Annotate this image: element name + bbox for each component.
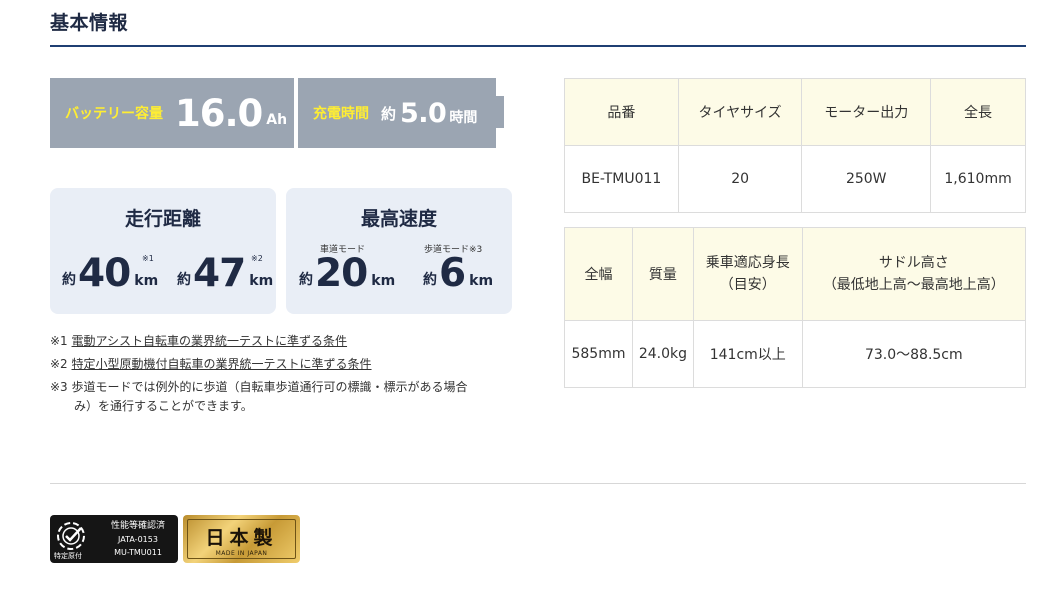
distance-prefix-1: 約: [62, 272, 76, 288]
spec-table-2: 全幅 質量 乗車適応身長 （目安） サドル高さ （最低地上高〜最高地上高） 58…: [564, 227, 1027, 388]
battery-label: バッテリー容量: [65, 106, 163, 122]
distance-number-2: 47: [193, 251, 246, 296]
header-length: 全長: [930, 78, 1026, 146]
title-divider: [50, 45, 1026, 47]
certification-line-3: MU-TMU011: [114, 548, 162, 557]
value-model: BE-TMU011: [564, 145, 679, 213]
value-rider-height: 141cm以上: [692, 320, 803, 388]
certification-line-1: 性能等確認済: [110, 521, 165, 531]
footnote-mark-2: ※2: [50, 357, 72, 371]
distance-value-2: 約 47 km ※2: [177, 254, 273, 293]
distance-unit-1: km: [134, 273, 159, 289]
band-tab: [494, 96, 504, 128]
speed-unit-1: km: [371, 273, 396, 289]
distance-card: 走行距離 約 40 km ※1 約 47 km ※2: [50, 188, 276, 314]
distance-prefix-2: 約: [177, 272, 191, 288]
value-saddle-height: 73.0〜88.5cm: [801, 320, 1027, 388]
made-in-japan-main: 日本製: [205, 527, 278, 549]
speed-number-1: 20: [315, 251, 368, 296]
header-rider-height-line2: （目安）: [719, 277, 776, 293]
header-rider-height-line1: 乗車適応身長: [705, 255, 790, 271]
battery-capacity: バッテリー容量 16.0 Ah: [50, 78, 294, 148]
distance-note-2: ※2: [251, 254, 263, 263]
speed-unit-2: km: [469, 273, 494, 289]
distance-title: 走行距離: [124, 208, 201, 230]
spec-table-1: 品番 タイヤサイズ モーター出力 全長 BE-TMU011 20 250W 1,…: [564, 78, 1026, 213]
certification-mark-icon: [54, 519, 94, 553]
bottom-divider: [50, 483, 1026, 484]
speed-prefix-1: 約: [299, 272, 313, 288]
charge-label: 充電時間: [313, 106, 369, 122]
value-motor-output: 250W: [801, 145, 932, 213]
made-in-japan-sub: MADE IN JAPAN: [215, 550, 268, 557]
value-tire-size: 20: [677, 145, 803, 213]
header-saddle-height-line1: サドル高さ: [878, 255, 949, 271]
footnote-mark-3: ※3: [50, 380, 72, 394]
battery-unit: Ah: [266, 112, 288, 128]
spec-table-1-value-row: BE-TMU011 20 250W 1,610mm: [564, 145, 1026, 213]
distance-note-1: ※1: [142, 254, 154, 263]
certification-line-2: JATA-0153: [118, 535, 158, 544]
header-saddle-height: サドル高さ （最低地上高〜最高地上高）: [801, 227, 1027, 321]
footnote-link-1[interactable]: 電動アシスト自転車の業界統一テストに準ずる条件: [72, 334, 348, 348]
made-in-japan-badge: 日本製 MADE IN JAPAN: [183, 515, 300, 563]
made-in-japan-frame: 日本製 MADE IN JAPAN: [187, 519, 296, 559]
distance-number-1: 40: [78, 251, 131, 296]
certification-text: 性能等確認済 JATA-0153 MU-TMU011: [102, 520, 174, 559]
footnote-text-3-cont: み）を通行することができます。: [74, 399, 253, 413]
spec-table-2-value-row: 585mm 24.0kg 141cm以上 73.0〜88.5cm: [564, 320, 1027, 388]
speed-value-2: 約 6 km: [423, 254, 493, 293]
section-title: 基本情報: [50, 12, 129, 34]
header-saddle-height-line2: （最低地上高〜最高地上高）: [822, 277, 1005, 293]
footnote-text-3: 歩道モードでは例外的に歩道（自転車歩道通行可の標識・標示がある場合: [71, 380, 468, 394]
footnote-link-2[interactable]: 特定小型原動機付自転車の業界統一テストに準ずる条件: [72, 357, 372, 371]
header-width: 全幅: [564, 227, 633, 321]
spec-band: バッテリー容量 16.0 Ah 充電時間 約 5.0 時間: [50, 78, 496, 148]
footnote-3: ※3 歩道モードでは例外的に歩道（自転車歩道通行可の標識・標示がある場合: [50, 378, 468, 395]
speed-number-2: 6: [439, 251, 466, 296]
distance-value-1: 約 40 km ※1: [62, 254, 158, 293]
battery-value: 16.0: [175, 91, 263, 135]
certification-category: 特定原付: [54, 552, 82, 560]
header-model: 品番: [564, 78, 679, 146]
distance-unit-2: km: [249, 273, 274, 289]
spec-table-1-header-row: 品番 タイヤサイズ モーター出力 全長: [564, 78, 1026, 146]
footnote-1: ※1 電動アシスト自転車の業界統一テストに準ずる条件: [50, 332, 347, 349]
header-weight: 質量: [631, 227, 694, 321]
footnote-2: ※2 特定小型原動機付自転車の業界統一テストに準ずる条件: [50, 355, 372, 372]
charge-time: 充電時間 約 5.0 時間: [298, 78, 496, 148]
value-length: 1,610mm: [930, 145, 1026, 213]
header-tire-size: タイヤサイズ: [677, 78, 803, 146]
speed-value-1: 約 20 km: [299, 254, 395, 293]
header-rider-height: 乗車適応身長 （目安）: [692, 227, 803, 321]
speed-title: 最高速度: [360, 208, 437, 230]
speed-card: 最高速度 車道モード 歩道モード※3 約 20 km 約 6 km: [286, 188, 512, 314]
charge-prefix: 約: [381, 104, 397, 123]
charge-unit: 時間: [449, 110, 478, 126]
header-motor-output: モーター出力: [801, 78, 932, 146]
footnote-mark-1: ※1: [50, 334, 72, 348]
footnote-3-cont: み）を通行することができます。: [74, 397, 253, 414]
certification-badge: 特定原付 性能等確認済 JATA-0153 MU-TMU011: [50, 515, 178, 563]
speed-prefix-2: 約: [423, 272, 437, 288]
charge-value: 5.0: [400, 97, 447, 129]
value-width: 585mm: [564, 320, 633, 388]
spec-table-2-header-row: 全幅 質量 乗車適応身長 （目安） サドル高さ （最低地上高〜最高地上高）: [564, 227, 1027, 321]
value-weight: 24.0kg: [631, 320, 694, 388]
